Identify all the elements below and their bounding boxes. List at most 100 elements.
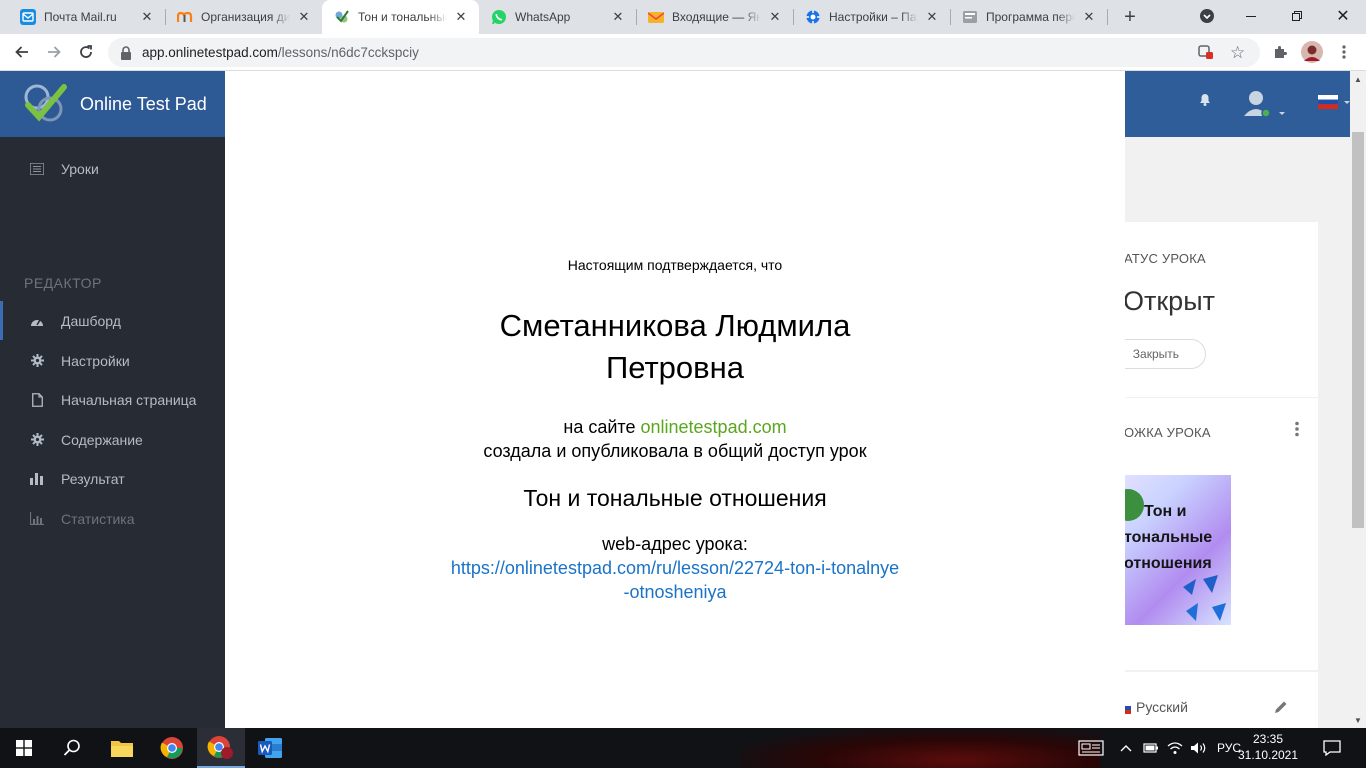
address-bar[interactable]: app.onlinetestpad.com/lessons/n6dc7ccksp… bbox=[108, 38, 1260, 67]
minimize-button[interactable] bbox=[1228, 0, 1274, 32]
chrome-icon bbox=[160, 737, 183, 759]
sidebar-item-label: Содержание bbox=[61, 431, 143, 448]
scroll-down-arrow-icon[interactable]: ▼ bbox=[1350, 712, 1366, 728]
profile-avatar[interactable] bbox=[1298, 38, 1326, 66]
windows-logo-icon bbox=[16, 740, 32, 756]
close-tab-icon[interactable]: ✕ bbox=[453, 9, 469, 25]
news-icon bbox=[1078, 740, 1104, 756]
reload-icon bbox=[80, 45, 92, 58]
tray-overflow-button[interactable] bbox=[1120, 728, 1132, 768]
tab-settings-passwords[interactable]: Настройки – Пароли ✕ bbox=[793, 0, 950, 34]
scroll-up-arrow-icon[interactable]: ▲ bbox=[1350, 71, 1366, 87]
moodle-icon bbox=[177, 9, 193, 25]
forward-button[interactable] bbox=[40, 38, 68, 66]
gear-icon bbox=[805, 9, 821, 25]
taskbar-chrome-profile[interactable] bbox=[197, 728, 245, 768]
tab-yandex-mail[interactable]: Входящие — Яндекс.Почта ✕ bbox=[636, 0, 793, 34]
area-chart-icon bbox=[30, 512, 44, 526]
chrome-profile-icon bbox=[207, 736, 233, 759]
onlinetestpad-icon bbox=[334, 9, 350, 25]
brand[interactable]: Online Test Pad bbox=[0, 71, 225, 137]
close-tab-icon[interactable]: ✕ bbox=[1081, 9, 1097, 25]
gear-icon bbox=[30, 354, 44, 368]
sidebar-item-label: Настройки bbox=[61, 352, 130, 369]
tab-whatsapp[interactable]: WhatsApp ✕ bbox=[479, 0, 636, 34]
sidebar-item-label: Статистика bbox=[61, 510, 135, 527]
search-icon bbox=[63, 739, 80, 756]
sidebar-item-label: Результат bbox=[61, 470, 125, 487]
sidebar-item-statistics[interactable]: Статистика bbox=[0, 499, 225, 538]
close-tab-icon[interactable]: ✕ bbox=[610, 9, 626, 25]
browser-tab-strip: Почта Mail.ru ✕ Организация дистанционно… bbox=[0, 0, 1366, 34]
tab-search-button[interactable] bbox=[1184, 0, 1230, 32]
taskbar-chrome[interactable] bbox=[148, 728, 196, 768]
action-center-button[interactable] bbox=[1323, 728, 1341, 768]
language-flag-icon[interactable] bbox=[1318, 95, 1350, 109]
list-icon bbox=[30, 162, 44, 176]
bookmark-star-icon[interactable]: ☆ bbox=[1230, 43, 1245, 63]
tray-battery[interactable] bbox=[1143, 728, 1159, 768]
browser-menu-button[interactable] bbox=[1330, 38, 1358, 66]
back-button[interactable] bbox=[8, 38, 36, 66]
certificate-modal: Настоящим подтверждается, что Сметаннико… bbox=[225, 71, 1125, 728]
tab-mail-ru[interactable]: Почта Mail.ru ✕ bbox=[8, 0, 165, 34]
dashboard-gauge-icon bbox=[30, 314, 44, 328]
browser-toolbar: app.onlinetestpad.com/lessons/n6dc7ccksp… bbox=[0, 34, 1366, 71]
close-tab-icon[interactable]: ✕ bbox=[924, 9, 940, 25]
taskbar-file-explorer[interactable] bbox=[98, 728, 146, 768]
close-window-button[interactable]: ✕ bbox=[1320, 0, 1366, 32]
user-menu-icon[interactable] bbox=[1243, 89, 1287, 119]
certificate-author-name: Сметанникова Людмила Петровна bbox=[499, 308, 851, 385]
lesson-cover-image[interactable]: Тон и тональные отношения bbox=[1108, 475, 1231, 625]
tab-current-lesson[interactable]: Тон и тональные отношения ✕ bbox=[322, 0, 479, 34]
wallpaper-glimpse bbox=[740, 728, 1100, 768]
tab-title: Программа перевода bbox=[986, 10, 1075, 24]
translate-icon[interactable] bbox=[1198, 44, 1214, 60]
mail-icon bbox=[20, 9, 36, 25]
site-link[interactable]: onlinetestpad.com bbox=[641, 417, 787, 437]
sidebar-item-content[interactable]: Содержание bbox=[0, 420, 225, 459]
tab-translation-program[interactable]: Программа перевода ✕ bbox=[950, 0, 1107, 34]
sidebar-item-start-page[interactable]: Начальная страница bbox=[0, 380, 225, 419]
sidebar-item-results[interactable]: Результат bbox=[0, 459, 225, 498]
clock-date: 31.10.2021 bbox=[1237, 748, 1299, 762]
close-tab-icon[interactable]: ✕ bbox=[296, 9, 312, 25]
cover-artwork-icon bbox=[1112, 489, 1226, 621]
close-lesson-label: Закрыть bbox=[1132, 347, 1179, 361]
edit-pencil-icon[interactable] bbox=[1274, 700, 1288, 714]
close-tab-icon[interactable]: ✕ bbox=[139, 9, 155, 25]
sidebar-item-settings[interactable]: Настройки bbox=[0, 341, 225, 380]
sidebar-item-dashboard[interactable]: Дашборд bbox=[0, 301, 225, 340]
notifications-bell-icon[interactable] bbox=[1197, 91, 1213, 107]
sidebar-item-lessons[interactable]: Уроки bbox=[0, 149, 225, 188]
search-button[interactable] bbox=[48, 728, 96, 768]
scrollbar-thumb[interactable] bbox=[1352, 132, 1364, 528]
brand-name: Online Test Pad bbox=[80, 93, 207, 114]
tab-organization[interactable]: Организация дистанционного ✕ bbox=[165, 0, 322, 34]
news-widget[interactable] bbox=[1078, 728, 1104, 768]
taskbar-word[interactable] bbox=[246, 728, 294, 768]
extensions-button[interactable] bbox=[1266, 38, 1294, 66]
site-prefix: на сайте bbox=[563, 417, 636, 437]
certificate-intro: Настоящим подтверждается, что bbox=[567, 257, 783, 273]
cover-card-title: ОЖКА УРОКА bbox=[1124, 425, 1211, 440]
notification-icon bbox=[1323, 740, 1341, 756]
start-button[interactable] bbox=[0, 728, 48, 768]
tray-wifi[interactable] bbox=[1167, 728, 1183, 768]
reload-button[interactable] bbox=[72, 38, 100, 66]
tray-volume[interactable] bbox=[1190, 728, 1208, 768]
close-icon: ✕ bbox=[1336, 8, 1350, 25]
taskbar-clock[interactable]: 23:35 31.10.2021 bbox=[1236, 731, 1300, 763]
gear-icon bbox=[30, 433, 44, 447]
lesson-url-link[interactable]: https://onlinetestpad.com/ru/lesson/2272… bbox=[450, 556, 900, 604]
sidebar: Уроки РЕДАКТОР Дашборд Настройки Начальн… bbox=[0, 137, 225, 728]
new-tab-button[interactable]: + bbox=[1118, 5, 1142, 29]
cover-text-line: тональные bbox=[1124, 529, 1213, 546]
tab-title: Организация дистанционного bbox=[201, 10, 290, 24]
restore-button[interactable] bbox=[1274, 0, 1320, 32]
card-menu-icon[interactable] bbox=[1294, 421, 1300, 437]
tab-title: Настройки – Пароли bbox=[829, 10, 918, 24]
close-tab-icon[interactable]: ✕ bbox=[767, 9, 783, 25]
restore-icon bbox=[1292, 11, 1302, 21]
sidebar-section-header: РЕДАКТОР bbox=[24, 275, 102, 291]
